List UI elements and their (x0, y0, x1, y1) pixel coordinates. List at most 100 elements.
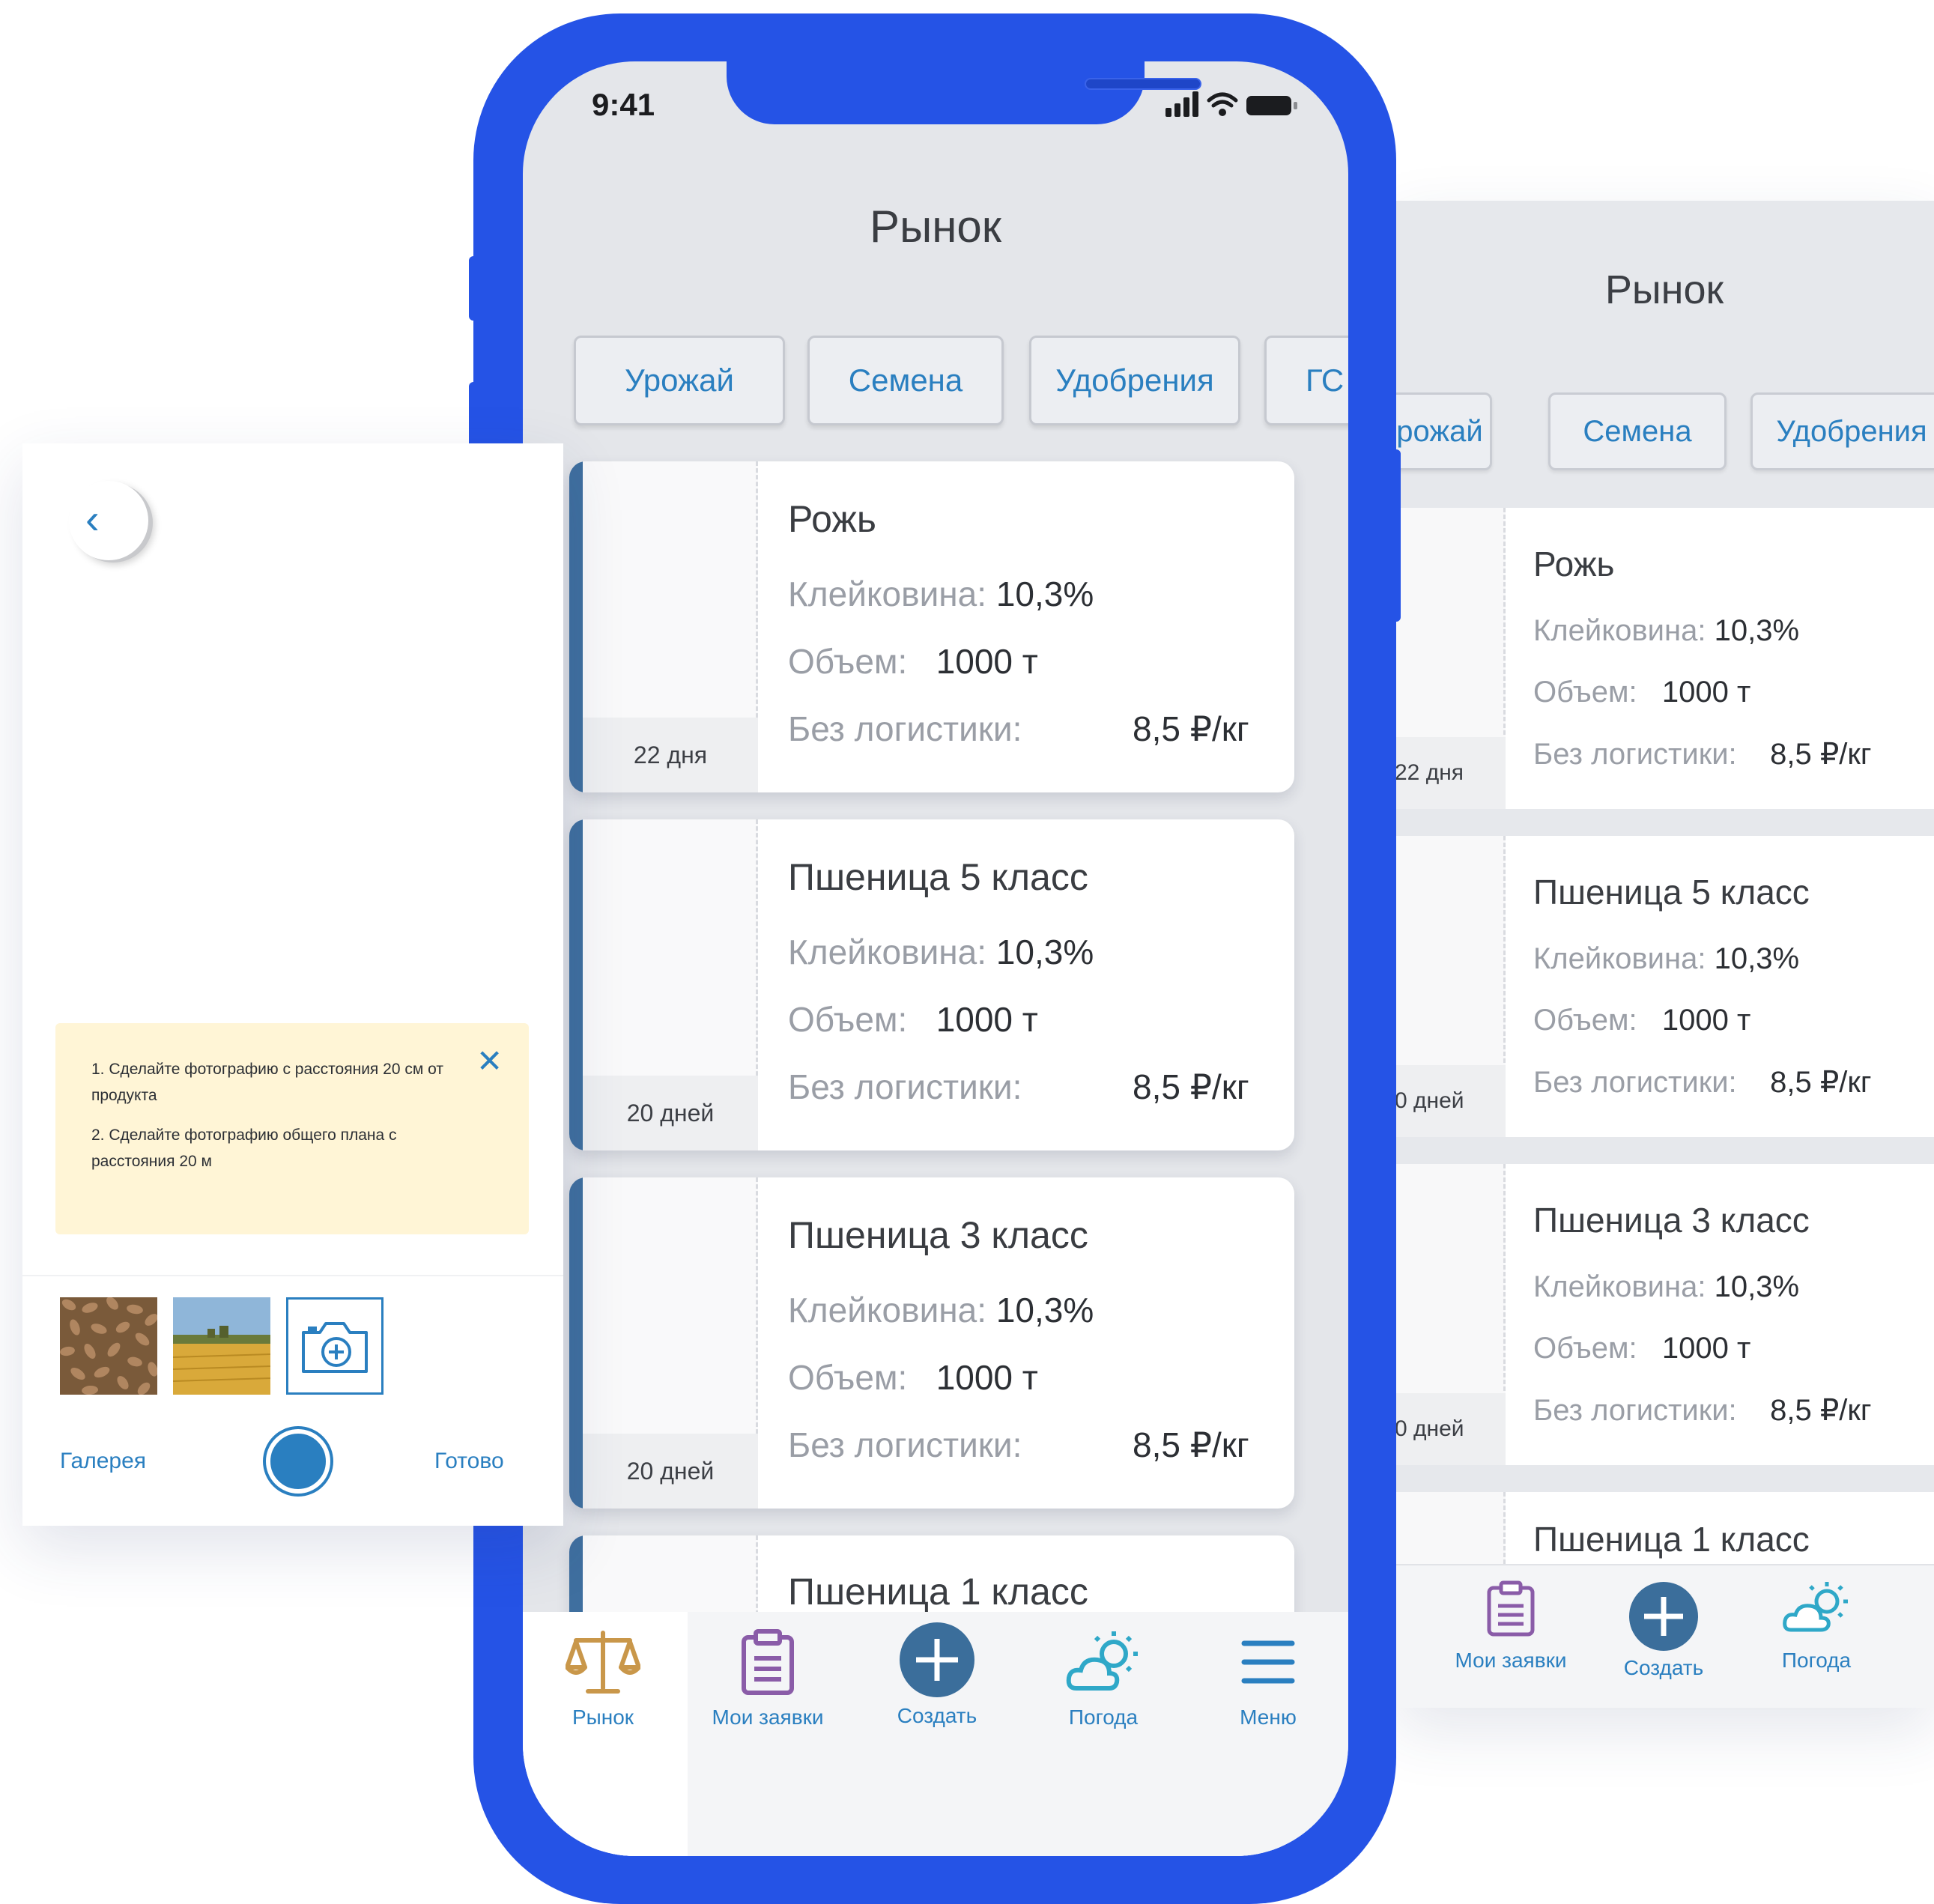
logistics-label: Без логистики: (788, 1425, 1022, 1464)
offer-card[interactable]: 22 дня Рожь Клейковина: 10,3% Объем: 100… (569, 461, 1294, 792)
bg-tab-harvest[interactable]: рожай (1395, 392, 1492, 470)
tab-harvest[interactable]: Урожай (574, 336, 785, 425)
back-button[interactable]: ‹ (69, 481, 148, 560)
tab-fertilizers[interactable]: Удобрения (1029, 336, 1240, 425)
days-badge: 0 дней (1395, 1065, 1506, 1137)
bg-nav-create[interactable]: Создать (1592, 1580, 1735, 1680)
chevron-left-icon: ‹ (85, 495, 100, 542)
battery-icon (1246, 96, 1297, 115)
shutter-button[interactable] (266, 1429, 330, 1494)
grain-photo-thumbnail[interactable] (60, 1297, 157, 1395)
background-market-screen: Рынок рожай Семена Удобрения 22 дня Рожь… (1395, 201, 1934, 1708)
volume-row: Объем: 1000 т (1533, 1004, 1751, 1037)
nav-label: Погода (1781, 1649, 1852, 1672)
bottom-nav: Рынок Мои заявки Создать Погода Меню (523, 1612, 1348, 1856)
volume-row: Объем: 1000 т (1533, 1332, 1751, 1365)
product-name: Пшеница 1 класс (788, 1571, 1088, 1613)
nav-label: Погода (1068, 1706, 1139, 1729)
logistics-label: Без логистики: (788, 709, 1022, 748)
nav-menu[interactable]: Меню (1189, 1628, 1347, 1729)
volume-row: Объем: 1000 т (788, 642, 1038, 681)
clipboard-icon (1487, 1580, 1535, 1637)
clipboard-icon (742, 1629, 794, 1695)
tab-gsm[interactable]: ГС (1264, 336, 1348, 425)
product-name: Пшеница 1 класс (1533, 1520, 1810, 1559)
close-icon[interactable]: ✕ (476, 1043, 503, 1079)
done-button[interactable]: Готово (434, 1449, 504, 1474)
card-accent (569, 819, 583, 1150)
hint-line-1: 1. Сделайте фотографию с расстояния 20 с… (91, 1061, 443, 1104)
divider (22, 1275, 563, 1276)
volume-row: Объем: 1000 т (1533, 676, 1751, 709)
logistics-label: Без логистики: (788, 1067, 1022, 1106)
bg-tab-seeds[interactable]: Семена (1548, 392, 1727, 470)
card-accent (569, 461, 583, 792)
weather-icon (1783, 1582, 1848, 1632)
logistics-row: Без логистики: 8,5 ₽/кг (1533, 1066, 1872, 1099)
gluten-row: Клейковина: 10,3% (1533, 942, 1800, 975)
status-icons (1165, 91, 1297, 117)
product-name: Пшеница 5 класс (1533, 873, 1810, 912)
price: 8,5 ₽/кг (1133, 709, 1249, 748)
product-name: Рожь (788, 498, 876, 540)
plus-circle-icon (900, 1622, 974, 1697)
offer-card[interactable]: 20 дней Пшеница 5 класс Клейковина: 10,3… (569, 819, 1294, 1150)
nav-create[interactable]: Создать (858, 1622, 1016, 1728)
bg-nav-weather[interactable]: Погода (1745, 1580, 1888, 1673)
photo-hint-box: 1. Сделайте фотографию с расстояния 20 с… (55, 1023, 529, 1234)
price: 8,5 ₽/кг (1133, 1067, 1249, 1106)
logistics-row: Без логистики: 8,5 ₽/кг (1533, 738, 1872, 771)
nav-label: Создать (1623, 1656, 1704, 1679)
gluten-row: Клейковина: 10,3% (1533, 1270, 1800, 1303)
nav-weather[interactable]: Погода (1025, 1628, 1182, 1729)
gluten-row: Клейковина: 10,3% (788, 1291, 1094, 1330)
volume-row: Объем: 1000 т (788, 1358, 1038, 1397)
plus-circle-icon (1629, 1582, 1698, 1651)
menu-icon (1241, 1640, 1295, 1684)
bg-offer-card[interactable]: 22 дня Рожь Клейковина: 10,3% Объем: 100… (1395, 508, 1934, 809)
status-time: 9:41 (592, 87, 655, 122)
nav-label: Мои заявки (1455, 1649, 1567, 1672)
camera-panel: ‹ 1. Сделайте фотографию с расстояния 20… (22, 443, 563, 1526)
signal-icon (1165, 91, 1198, 117)
product-name: Рожь (1533, 545, 1615, 583)
bg-offer-card[interactable]: 0 дней Пшеница 5 класс Клейковина: 10,3%… (1395, 836, 1934, 1137)
bg-tab-fertilizers[interactable]: Удобрения (1750, 392, 1934, 470)
card-accent (569, 1177, 583, 1509)
nav-my-requests[interactable]: Мои заявки (689, 1628, 846, 1729)
phone-screen: 9:41 Рынок Урожай Семена Удобрения ГС 22… (523, 61, 1348, 1856)
bg-offer-card[interactable]: 0 дней Пшеница 3 класс Клейковина: 10,3%… (1395, 1164, 1934, 1465)
nav-market[interactable]: Рынок (524, 1628, 682, 1729)
camera-plus-icon (302, 1322, 368, 1373)
nav-label: Меню (1240, 1706, 1297, 1729)
add-photo-button[interactable] (286, 1297, 384, 1395)
volume-row: Объем: 1000 т (788, 1000, 1038, 1039)
gluten-row: Клейковина: 10,3% (1533, 614, 1800, 647)
gallery-button[interactable]: Галерея (60, 1449, 146, 1474)
offer-card[interactable]: 20 дней Пшеница 3 класс Клейковина: 10,3… (569, 1177, 1294, 1509)
gluten-row: Клейковина: 10,3% (788, 933, 1094, 971)
bg-nav-my-requests[interactable]: Мои заявки (1440, 1580, 1582, 1673)
product-name: Пшеница 3 класс (788, 1214, 1088, 1256)
days-badge: 20 дней (583, 1076, 758, 1150)
notch (727, 61, 1201, 124)
scales-icon (565, 1631, 641, 1694)
days-badge: 0 дней (1395, 1393, 1506, 1465)
nav-label: Рынок (572, 1706, 634, 1729)
wifi-icon (1207, 92, 1238, 108)
weather-icon (1066, 1631, 1138, 1691)
tab-seeds[interactable]: Семена (807, 336, 1004, 425)
days-badge: 20 дней (583, 1434, 758, 1509)
nav-label: Мои заявки (712, 1706, 824, 1729)
days-badge: 22 дня (1395, 737, 1506, 809)
hint-line-2: 2. Сделайте фотографию общего плана с ра… (91, 1127, 397, 1170)
price: 8,5 ₽/кг (1133, 1425, 1249, 1464)
logistics-row: Без логистики: 8,5 ₽/кг (1533, 1394, 1872, 1427)
nav-label: Создать (897, 1704, 977, 1727)
gluten-row: Клейковина: 10,3% (788, 574, 1094, 613)
bg-bottom-nav: Мои заявки Создать Погода (1395, 1564, 1934, 1708)
field-photo-thumbnail[interactable] (173, 1297, 270, 1395)
product-name: Пшеница 5 класс (788, 856, 1088, 898)
days-badge: 22 дня (583, 718, 758, 792)
page-title: Рынок (870, 201, 1001, 252)
